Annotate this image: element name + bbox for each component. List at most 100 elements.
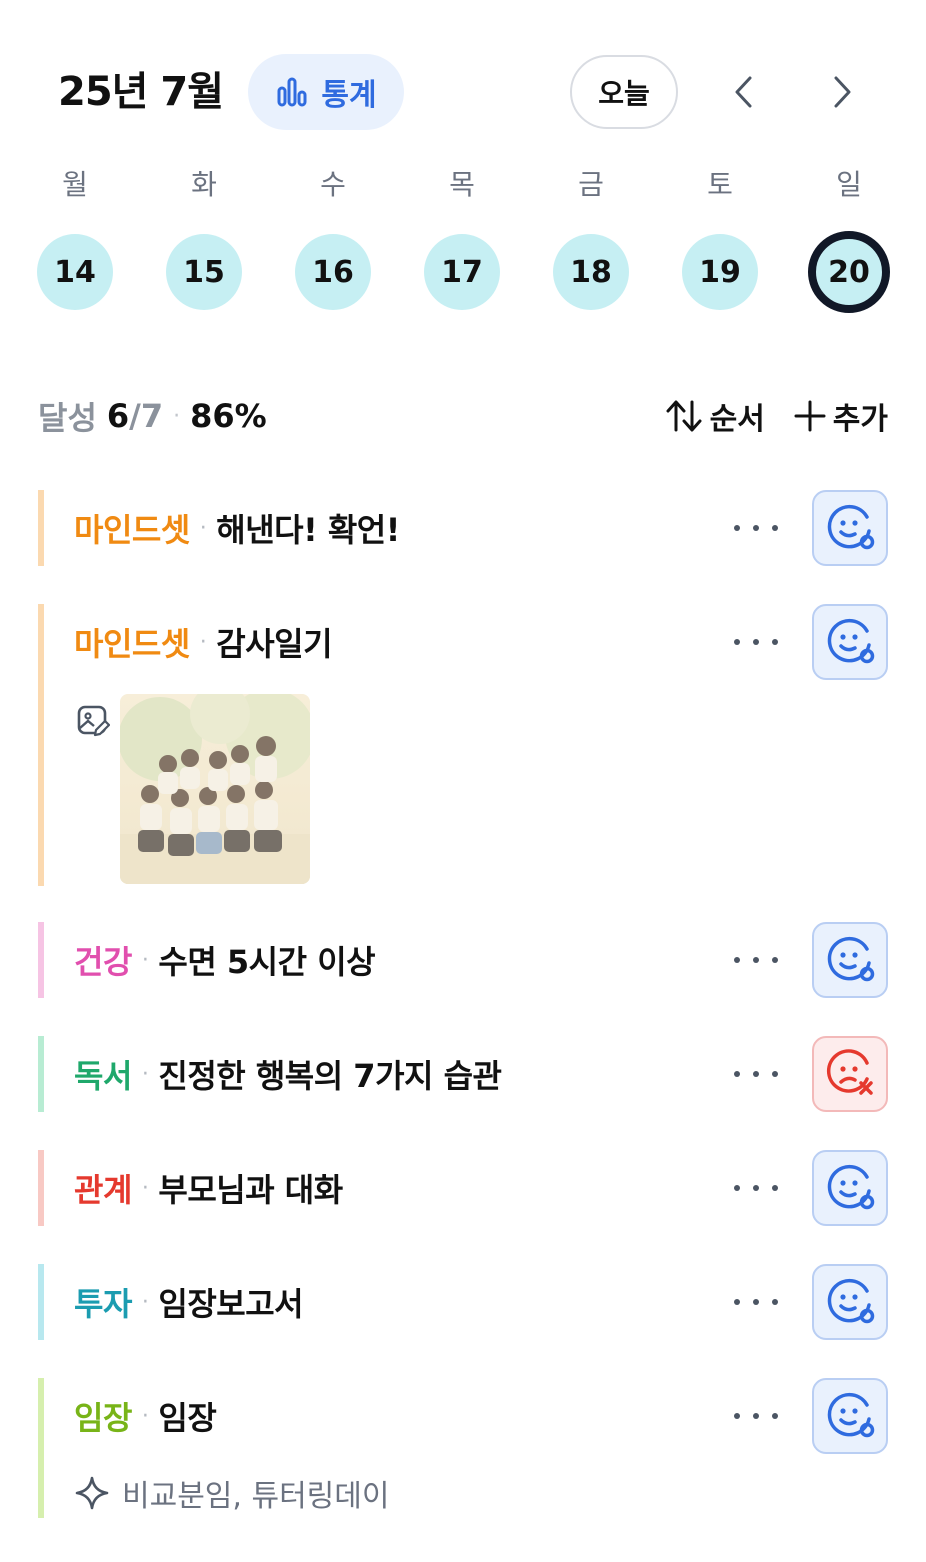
habit-row[interactable]: 관계 · 부모님과 대화 xyxy=(38,1150,888,1226)
stats-button[interactable]: 통계 xyxy=(248,54,404,130)
more-options-button[interactable] xyxy=(734,1396,778,1436)
status-fail-button[interactable] xyxy=(812,1036,888,1112)
weekday-label: 일 xyxy=(836,168,862,201)
habit-title: 마인드셋 · 해낸다! 확언! xyxy=(74,490,400,566)
separator-dot: · xyxy=(141,1061,149,1087)
day-sun[interactable]: 일 20 xyxy=(804,160,894,313)
smile-check-icon xyxy=(827,504,875,550)
separator-dot: · xyxy=(141,947,149,973)
date-circle[interactable]: 16 xyxy=(295,234,371,310)
smile-check-icon xyxy=(827,1278,875,1324)
smile-check-icon xyxy=(827,1392,875,1438)
sort-label: 순서 xyxy=(709,402,765,437)
status-success-button[interactable] xyxy=(812,1264,888,1340)
list-actions: 순서 추가 xyxy=(664,390,888,442)
habit-row[interactable]: 마인드셋 · 해낸다! 확언! xyxy=(38,490,888,566)
achievement-summary: 달성 6 /7 · 86% xyxy=(38,390,267,442)
status-success-button[interactable] xyxy=(812,490,888,566)
weekday-label: 수 xyxy=(320,168,346,201)
today-button[interactable]: 오늘 xyxy=(570,55,678,129)
more-options-button[interactable] xyxy=(734,1282,778,1322)
month-title: 25년 7월 xyxy=(58,69,224,115)
status-success-button[interactable] xyxy=(812,604,888,680)
day-tue[interactable]: 화 15 xyxy=(159,160,249,310)
bar-chart-icon xyxy=(277,77,307,107)
date-circle-selected[interactable]: 20 xyxy=(808,231,890,313)
habit-name: 임장보고서 xyxy=(158,1285,304,1323)
date-circle[interactable]: 15 xyxy=(166,234,242,310)
category-color-bar xyxy=(38,922,44,998)
category-color-bar xyxy=(38,604,44,886)
habit-title: 독서 · 진정한 행복의 7가지 습관 xyxy=(74,1036,502,1112)
day-sat[interactable]: 토 19 xyxy=(675,160,765,310)
prev-week-button[interactable] xyxy=(724,72,764,112)
day-mon[interactable]: 월 14 xyxy=(30,160,120,310)
photo-edit-icon[interactable] xyxy=(76,704,110,738)
weekday-label: 금 xyxy=(578,168,604,201)
habit-title: 투자 · 임장보고서 xyxy=(74,1264,304,1340)
chevron-left-icon xyxy=(735,76,752,108)
achievement-done: 6 xyxy=(106,397,130,435)
habit-photo[interactable] xyxy=(120,694,310,884)
separator-dot: · xyxy=(141,1403,149,1429)
day-wed[interactable]: 수 16 xyxy=(288,160,378,310)
habit-category: 투자 xyxy=(74,1285,132,1323)
category-color-bar xyxy=(38,490,44,566)
habit-row[interactable]: 투자 · 임장보고서 xyxy=(38,1264,888,1340)
sort-button[interactable]: 순서 xyxy=(664,394,765,438)
habit-name: 임장 xyxy=(158,1399,217,1437)
achievement-label: 달성 xyxy=(38,399,97,437)
separator-dot: · xyxy=(199,629,207,655)
separator-dot: · xyxy=(141,1289,149,1315)
habit-row[interactable]: 임장 · 임장 비교분임, 튜터링데이 xyxy=(38,1378,888,1518)
habit-name: 감사일기 xyxy=(216,625,333,663)
sort-arrows-icon xyxy=(666,400,702,432)
habit-row[interactable]: 건강 · 수면 5시간 이상 xyxy=(38,922,888,998)
status-success-button[interactable] xyxy=(812,1150,888,1226)
category-color-bar xyxy=(38,1150,44,1226)
chevron-right-icon xyxy=(834,76,851,108)
week-strip: 월 14 화 15 수 16 목 17 금 18 토 19 일 20 xyxy=(0,160,926,320)
date-circle[interactable]: 19 xyxy=(682,234,758,310)
date-circle[interactable]: 14 xyxy=(37,234,113,310)
achievement-percent: 86% xyxy=(190,397,267,435)
smile-check-icon xyxy=(827,1164,875,1210)
habit-name: 부모님과 대화 xyxy=(158,1171,343,1209)
more-options-button[interactable] xyxy=(734,1054,778,1094)
status-success-button[interactable] xyxy=(812,1378,888,1454)
habit-title: 임장 · 임장 xyxy=(74,1378,217,1454)
smile-check-icon xyxy=(827,618,875,664)
date-circle[interactable]: 17 xyxy=(424,234,500,310)
habit-note-text: 비교분임, 튜터링데이 xyxy=(122,1479,390,1514)
sad-x-icon xyxy=(826,1049,873,1095)
habit-row[interactable]: 독서 · 진정한 행복의 7가지 습관 xyxy=(38,1036,888,1112)
more-options-button[interactable] xyxy=(734,1168,778,1208)
more-options-button[interactable] xyxy=(734,940,778,980)
separator-dot: · xyxy=(173,403,181,429)
habit-title: 관계 · 부모님과 대화 xyxy=(74,1150,343,1226)
more-options-button[interactable] xyxy=(734,622,778,662)
plus-icon xyxy=(794,400,826,432)
day-fri[interactable]: 금 18 xyxy=(546,160,636,310)
achievement-total: /7 xyxy=(129,397,164,435)
sparkle-icon xyxy=(75,1476,109,1510)
day-thu[interactable]: 목 17 xyxy=(417,160,507,310)
habit-name: 해낸다! 확언! xyxy=(216,511,400,549)
habit-category: 건강 xyxy=(74,943,132,981)
habit-title: 마인드셋 · 감사일기 xyxy=(74,604,333,680)
separator-dot: · xyxy=(141,1175,149,1201)
more-options-button[interactable] xyxy=(734,508,778,548)
category-color-bar xyxy=(38,1378,44,1518)
weekday-label: 월 xyxy=(62,168,88,201)
stats-label: 통계 xyxy=(321,78,377,113)
status-success-button[interactable] xyxy=(812,922,888,998)
next-week-button[interactable] xyxy=(822,72,862,112)
date-circle[interactable]: 18 xyxy=(553,234,629,310)
habit-row[interactable]: 마인드셋 · 감사일기 xyxy=(38,604,888,886)
weekday-label: 목 xyxy=(449,168,475,201)
habit-category: 마인드셋 xyxy=(74,511,190,549)
add-habit-button[interactable]: 추가 xyxy=(793,394,888,438)
category-color-bar xyxy=(38,1036,44,1112)
habit-name: 수면 5시간 이상 xyxy=(158,943,376,981)
habit-note[interactable]: 비교분임, 튜터링데이 xyxy=(74,1473,390,1514)
